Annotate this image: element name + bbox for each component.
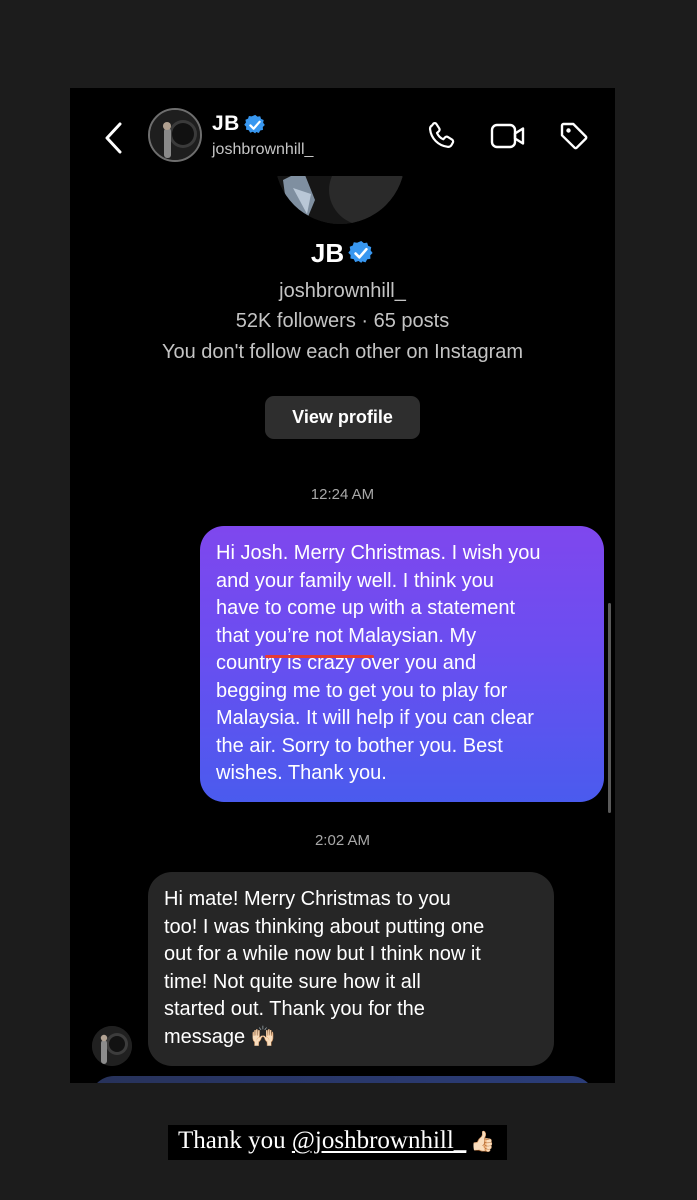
message-line: started out. Thank you for the	[164, 998, 425, 1020]
message-timestamp: 12:24 AM	[310, 486, 375, 503]
caption-text: Thank you	[178, 1127, 292, 1154]
message-line: Malaysia. It will help if you can clear	[216, 707, 534, 729]
message-line: time! Not quite sure how it all	[164, 970, 421, 993]
verified-badge-icon	[244, 114, 265, 134]
message-line: wishes. Thank you.	[216, 762, 387, 784]
message-line: begging me to get you to play for	[216, 679, 508, 702]
chevron-left-icon[interactable]	[102, 120, 126, 156]
profile-name: JB	[310, 238, 345, 268]
verified-badge-icon	[348, 240, 373, 263]
message-line: message 🙌🏻	[164, 1025, 276, 1048]
dm-screen: JB joshbrownhill_ JB joshbrownhill_ 52K …	[70, 88, 615, 1083]
message-line: out for a while now but I think now it	[164, 943, 481, 965]
sender-avatar-photo	[92, 1026, 132, 1066]
highlight-underline	[265, 655, 374, 658]
avatar-photo	[150, 110, 200, 160]
message-line: the air. Sorry to bother you. Best	[216, 734, 503, 757]
message-timestamp: 2:02 AM	[314, 832, 371, 849]
header-avatar[interactable]	[148, 108, 202, 162]
message-line: that you’re not Malaysian. My	[216, 624, 477, 647]
next-message-bubble[interactable]	[90, 1076, 595, 1083]
profile-stats: 52K followers · 65 posts	[235, 310, 450, 332]
received-message-bubble[interactable]: Hi mate! Merry Christmas to you too! I w…	[148, 872, 554, 1066]
message-line: Hi mate! Merry Christmas to you	[164, 888, 451, 910]
header-name[interactable]: JB	[212, 112, 240, 136]
profile-name-row: JB	[70, 238, 615, 269]
view-profile-button[interactable]: View profile	[265, 396, 420, 439]
sent-message-bubble[interactable]: Hi Josh. Merry Christmas. I wish you and…	[200, 526, 604, 802]
message-line: have to come up with a statement	[216, 597, 516, 619]
header-handle[interactable]: joshbrownhill_	[212, 141, 313, 159]
tag-icon[interactable]	[558, 120, 590, 152]
story-caption: Thank you @joshbrownhill_ 👍🏻	[168, 1125, 508, 1160]
message-line: and your family well. I think you	[216, 569, 494, 592]
scrollbar[interactable]	[608, 603, 611, 813]
thumbs-up-icon: 👍🏻	[470, 1129, 496, 1153]
caption-mention-link[interactable]: @joshbrownhill_	[292, 1127, 466, 1154]
profile-handle: joshbrownhill_	[279, 280, 406, 302]
message-line: Hi Josh. Merry Christmas. I wish you	[216, 542, 541, 564]
phone-icon[interactable]	[425, 120, 457, 152]
message-line: too! I was thinking about putting one	[164, 915, 485, 938]
sender-avatar[interactable]	[92, 1026, 132, 1066]
chat-header: JB joshbrownhill_	[70, 88, 615, 176]
follow-status: You don't follow each other on Instagram	[161, 341, 524, 363]
video-camera-icon[interactable]	[490, 121, 526, 151]
